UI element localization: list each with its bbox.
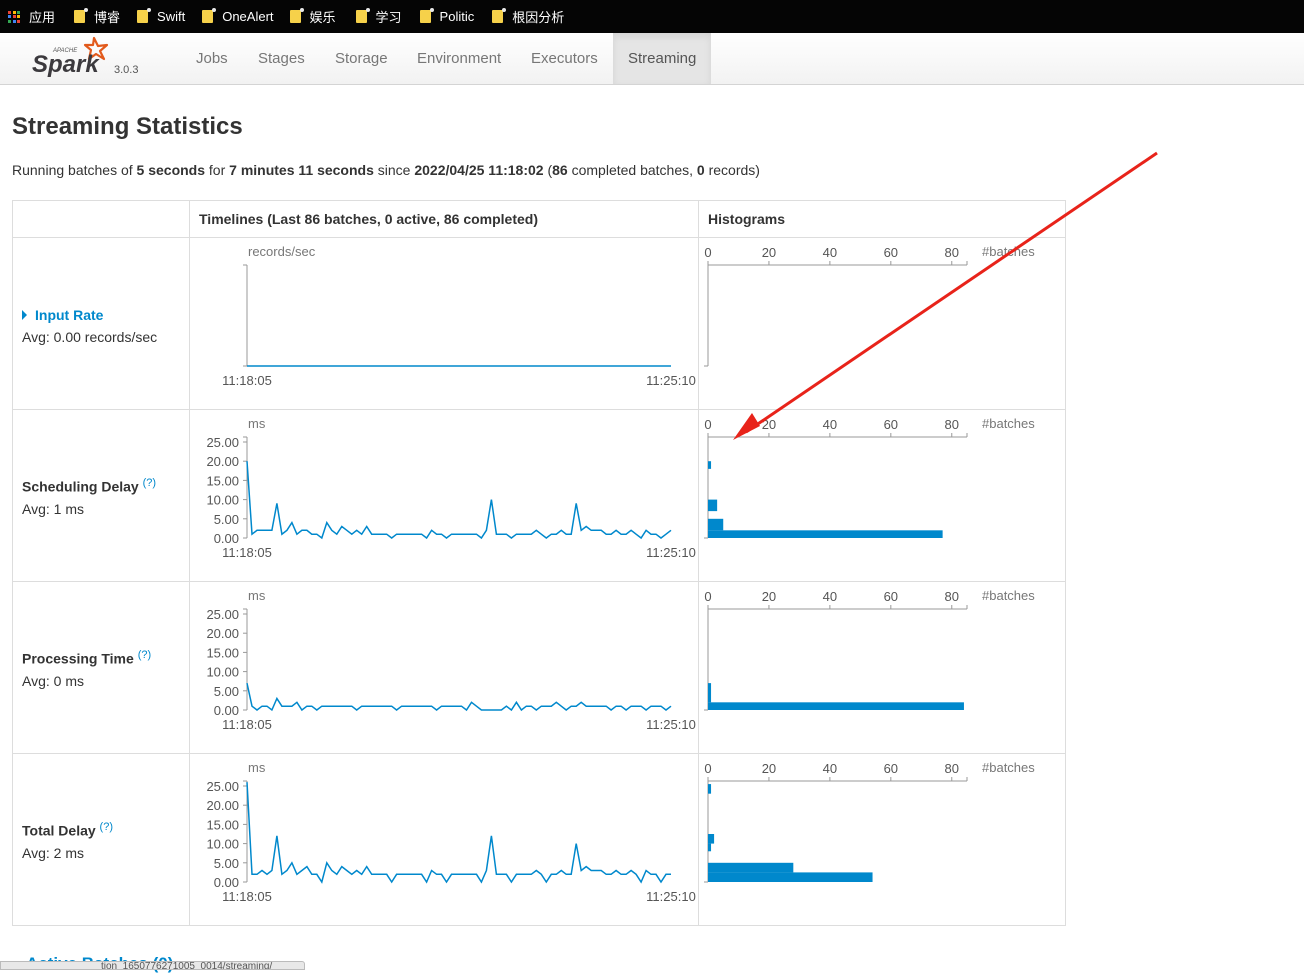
metric-avg: Avg: 2 ms: [22, 844, 84, 861]
bookmark-label: 学习: [375, 10, 402, 25]
spark-logo-icon: APACHE Spark 3.0.3: [32, 36, 138, 78]
header-histograms: Histograms: [699, 201, 1065, 238]
folder-icon: [137, 8, 152, 23]
spark-logo[interactable]: APACHE Spark 3.0.3: [30, 35, 150, 81]
bookmark-label: 娱乐: [309, 10, 336, 25]
page-title: Streaming Statistics: [12, 113, 243, 140]
row-total-delay: Total Delay (?) Avg: 2 ms: [22, 821, 113, 861]
folder-icon: [289, 8, 304, 23]
bookmark-label: OneAlert: [222, 9, 274, 24]
nav-jobs[interactable]: Jobs: [181, 33, 243, 84]
brand-version: 3.0.3: [114, 64, 138, 76]
folder-icon: [419, 8, 434, 23]
nav-streaming[interactable]: Streaming: [613, 33, 711, 84]
row-divider: [13, 753, 1065, 754]
metric-avg: Avg: 0 ms: [22, 672, 84, 689]
nav-executors[interactable]: Executors: [516, 33, 613, 84]
summary-text: for: [205, 162, 230, 178]
start-time: 2022/04/25 11:18:02: [414, 162, 544, 178]
bookmark-label: 根因分析: [512, 10, 565, 25]
row-input-rate: Input Rate Avg: 0.00 records/sec: [22, 307, 157, 345]
bookmark-label: Politic: [439, 9, 475, 24]
folder-icon: [492, 8, 507, 23]
status-url-bar: tion_1650776271005_0014/streaming/: [0, 961, 305, 970]
bookmark-item[interactable]: Swift: [137, 0, 202, 33]
bookmark-label: Swift: [157, 9, 186, 24]
column-divider: [189, 201, 190, 925]
bookmark-item[interactable]: 娱乐: [289, 0, 356, 33]
help-tooltip-link[interactable]: (?): [100, 821, 113, 833]
batch-interval: 5 seconds: [136, 162, 206, 178]
help-tooltip-link[interactable]: (?): [138, 649, 151, 661]
header-empty: [13, 201, 190, 238]
metric-avg: Avg: 0.00 records/sec: [22, 329, 158, 345]
summary-text: completed batches,: [567, 162, 697, 178]
bookmarks-bar: 应用 博睿 Swift OneAlert 娱乐 学习 Politic 根因分析: [0, 0, 1304, 33]
summary-text: since: [373, 162, 415, 178]
summary-text: (: [543, 162, 553, 178]
nav-storage[interactable]: Storage: [320, 33, 403, 84]
completed-count: 86: [552, 162, 568, 178]
bookmark-label: 应用: [29, 10, 56, 25]
row-divider: [13, 409, 1065, 410]
batch-summary: Running batches of 5 seconds for 7 minut…: [12, 162, 760, 178]
metric-name: Processing Time: [22, 650, 134, 667]
caret-right-icon: [22, 310, 27, 320]
input-rate-toggle[interactable]: Input Rate: [22, 307, 157, 323]
records-count: 0: [696, 162, 705, 178]
metric-avg: Avg: 1 ms: [22, 500, 84, 517]
row-divider: [13, 581, 1065, 582]
bookmark-apps[interactable]: 应用: [0, 0, 74, 33]
column-divider: [698, 201, 699, 925]
folder-icon: [355, 8, 370, 23]
running-duration: 7 minutes 11 seconds: [229, 162, 374, 178]
summary-text: records): [704, 162, 760, 178]
folder-icon: [74, 8, 89, 23]
help-tooltip-link[interactable]: (?): [143, 477, 156, 489]
nav-stages[interactable]: Stages: [243, 33, 320, 84]
bookmark-label: 博睿: [94, 10, 121, 25]
spark-navbar: APACHE Spark 3.0.3 Jobs Stages Storage E…: [0, 33, 1304, 85]
folder-icon: [202, 8, 217, 23]
bookmark-item[interactable]: 根因分析: [492, 0, 564, 33]
summary-text: Running batches of: [12, 162, 137, 178]
bookmark-item[interactable]: Politic: [419, 0, 493, 33]
row-scheduling-delay: Scheduling Delay (?) Avg: 1 ms: [22, 477, 156, 517]
header-timelines: Timelines (Last 86 batches, 0 active, 86…: [190, 201, 699, 238]
streaming-stats-table: Timelines (Last 86 batches, 0 active, 86…: [12, 200, 1066, 926]
metric-name: Total Delay: [22, 822, 96, 839]
brand-name: Spark: [32, 51, 100, 78]
metric-name: Scheduling Delay: [22, 478, 139, 495]
nav-environment[interactable]: Environment: [402, 33, 516, 84]
metric-name: Input Rate: [35, 307, 104, 323]
bookmark-item[interactable]: OneAlert: [202, 0, 289, 33]
bookmark-item[interactable]: 博睿: [74, 0, 137, 33]
apps-grid-icon: [8, 10, 20, 23]
bookmark-item[interactable]: 学习: [355, 0, 420, 33]
row-processing-time: Processing Time (?) Avg: 0 ms: [22, 649, 151, 689]
